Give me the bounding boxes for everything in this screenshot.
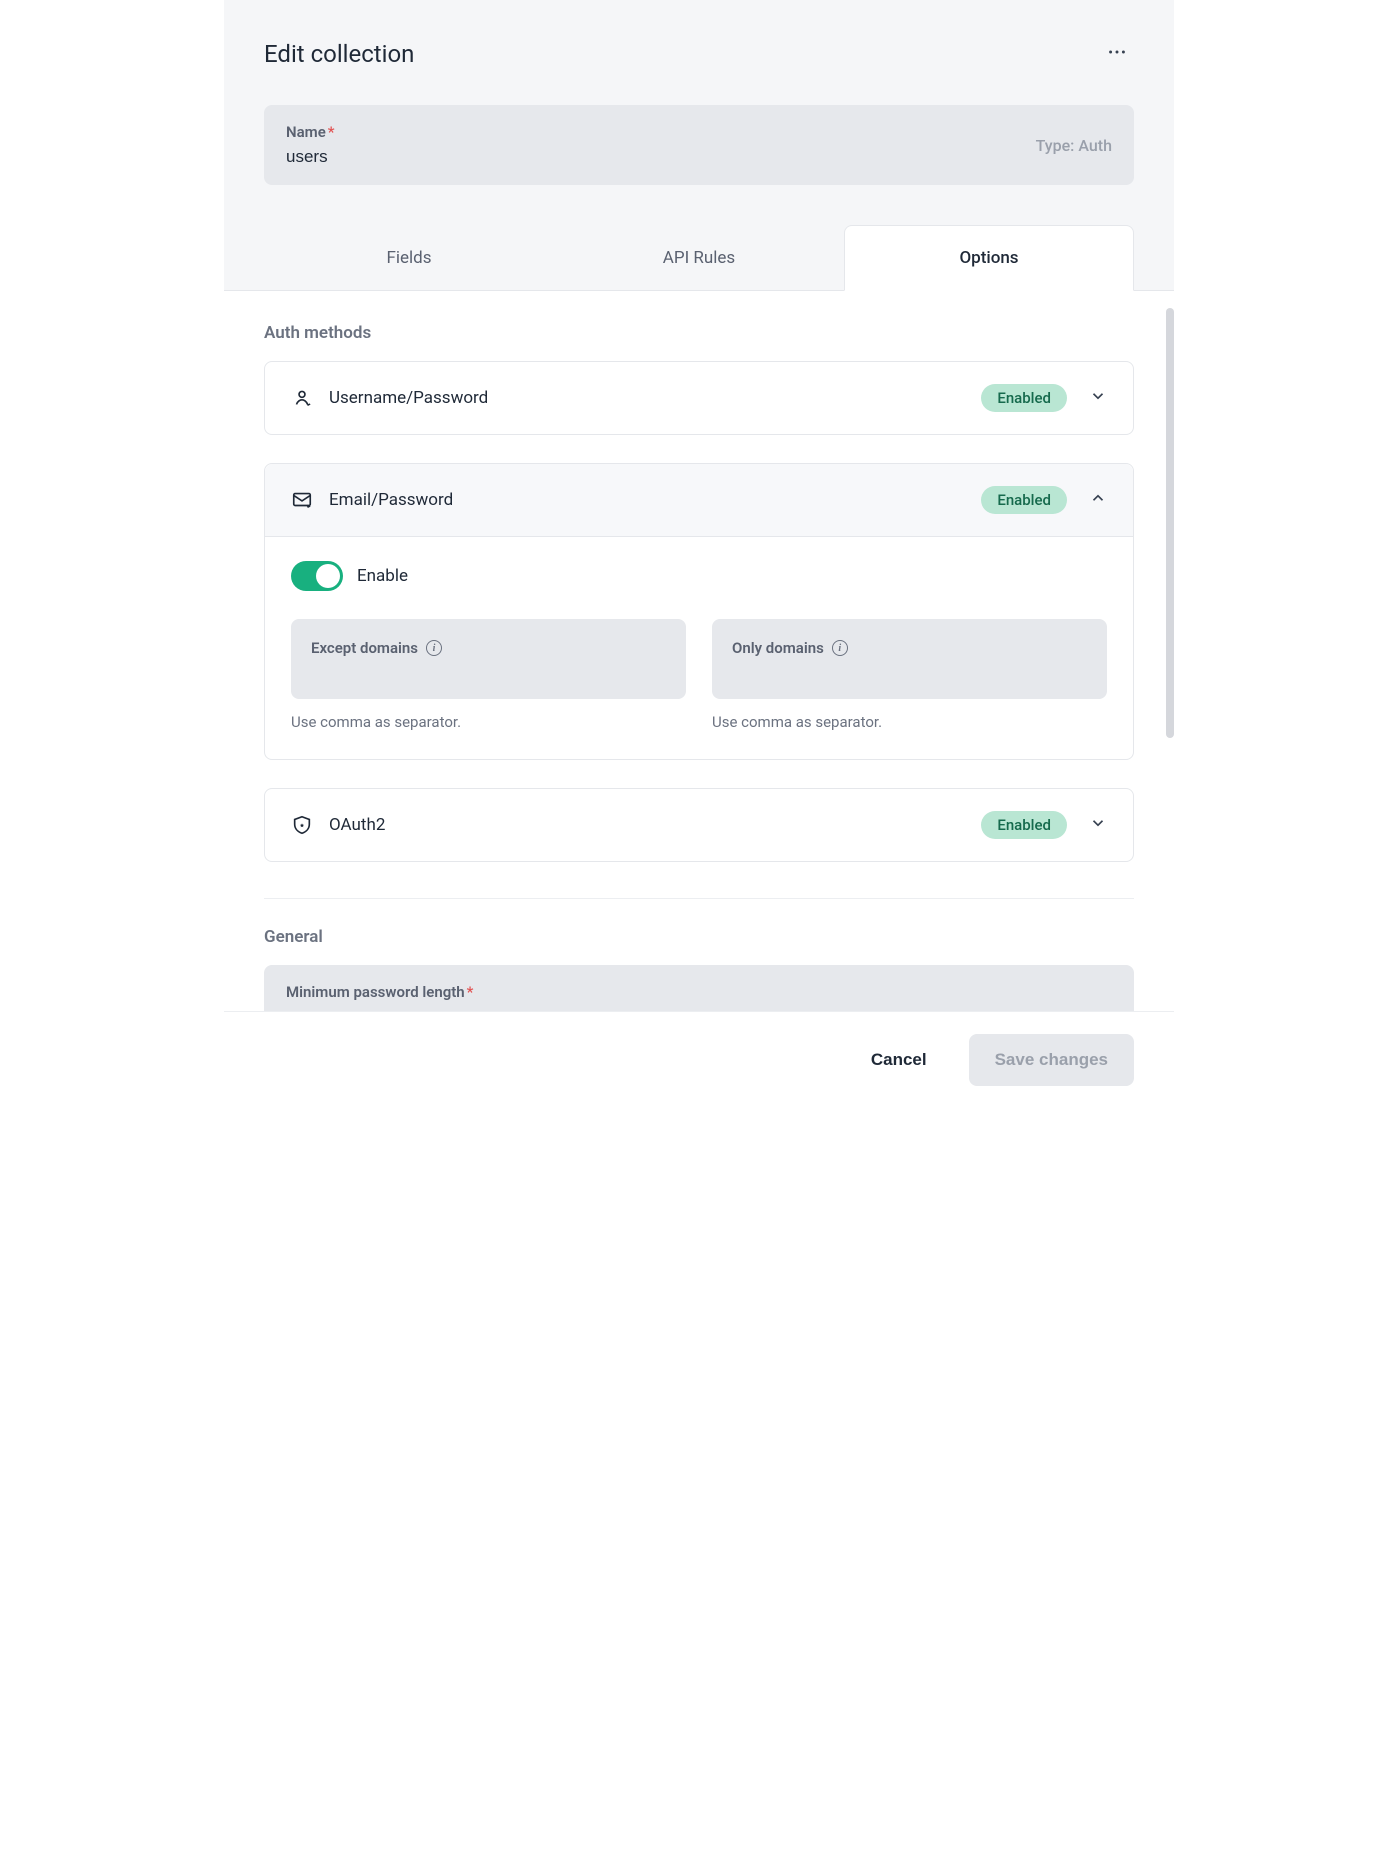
options-panel: Auth methods Username/Password Enabled bbox=[224, 291, 1174, 1011]
cancel-button[interactable]: Cancel bbox=[851, 1036, 947, 1084]
user-icon bbox=[291, 387, 313, 409]
except-domains-hint: Use comma as separator. bbox=[291, 713, 686, 731]
tab-api-rules[interactable]: API Rules bbox=[554, 225, 844, 291]
auth-method-name: Username/Password bbox=[329, 388, 488, 408]
mail-icon bbox=[291, 489, 313, 511]
status-badge: Enabled bbox=[981, 384, 1067, 412]
tabs: Fields API Rules Options bbox=[264, 225, 1134, 291]
collection-name-input[interactable] bbox=[286, 147, 507, 167]
min-password-length-input[interactable] bbox=[286, 1009, 1112, 1011]
auth-methods-heading: Auth methods bbox=[264, 323, 1134, 343]
only-domains-input[interactable]: Only domains i bbox=[712, 619, 1107, 699]
info-icon[interactable]: i bbox=[426, 640, 442, 656]
chevron-down-icon bbox=[1089, 814, 1107, 836]
auth-method-email-password: Email/Password Enabled Enable bbox=[264, 463, 1134, 760]
min-password-length-field[interactable]: Minimum password length* bbox=[264, 965, 1134, 1011]
scrollbar-thumb[interactable] bbox=[1166, 308, 1174, 738]
auth-method-header[interactable]: Username/Password Enabled bbox=[265, 362, 1133, 434]
status-badge: Enabled bbox=[981, 486, 1067, 514]
footer: Cancel Save changes bbox=[224, 1011, 1174, 1108]
tab-options[interactable]: Options bbox=[844, 225, 1134, 291]
except-domains-input[interactable]: Except domains i bbox=[291, 619, 686, 699]
chevron-up-icon bbox=[1089, 489, 1107, 511]
min-password-length-label: Minimum password length* bbox=[286, 983, 1112, 1001]
auth-method-name: OAuth2 bbox=[329, 815, 385, 835]
only-domains-label: Only domains i bbox=[732, 639, 1087, 657]
more-options-button[interactable] bbox=[1100, 35, 1134, 73]
page-title: Edit collection bbox=[264, 40, 414, 68]
auth-method-header[interactable]: OAuth2 Enabled bbox=[265, 789, 1133, 861]
divider bbox=[264, 898, 1134, 899]
save-changes-button[interactable]: Save changes bbox=[969, 1034, 1134, 1086]
collection-type-label: Type: Auth bbox=[1036, 136, 1112, 155]
info-icon[interactable]: i bbox=[832, 640, 848, 656]
dots-horizontal-icon bbox=[1106, 41, 1128, 63]
tab-fields[interactable]: Fields bbox=[264, 225, 554, 291]
auth-method-oauth2: OAuth2 Enabled bbox=[264, 788, 1134, 862]
status-badge: Enabled bbox=[981, 811, 1067, 839]
enable-toggle[interactable] bbox=[291, 561, 343, 591]
collection-name-field[interactable]: Name* Type: Auth bbox=[264, 105, 1134, 185]
scrollbar[interactable] bbox=[1166, 308, 1174, 1028]
auth-method-username-password: Username/Password Enabled bbox=[264, 361, 1134, 435]
general-heading: General bbox=[264, 927, 1134, 947]
enable-toggle-label: Enable bbox=[357, 566, 408, 586]
shield-icon bbox=[291, 814, 313, 836]
except-domains-label: Except domains i bbox=[311, 639, 666, 657]
chevron-down-icon bbox=[1089, 387, 1107, 409]
auth-method-name: Email/Password bbox=[329, 490, 453, 510]
collection-name-label: Name* bbox=[286, 123, 507, 141]
only-domains-hint: Use comma as separator. bbox=[712, 713, 1107, 731]
auth-method-header[interactable]: Email/Password Enabled bbox=[265, 464, 1133, 537]
